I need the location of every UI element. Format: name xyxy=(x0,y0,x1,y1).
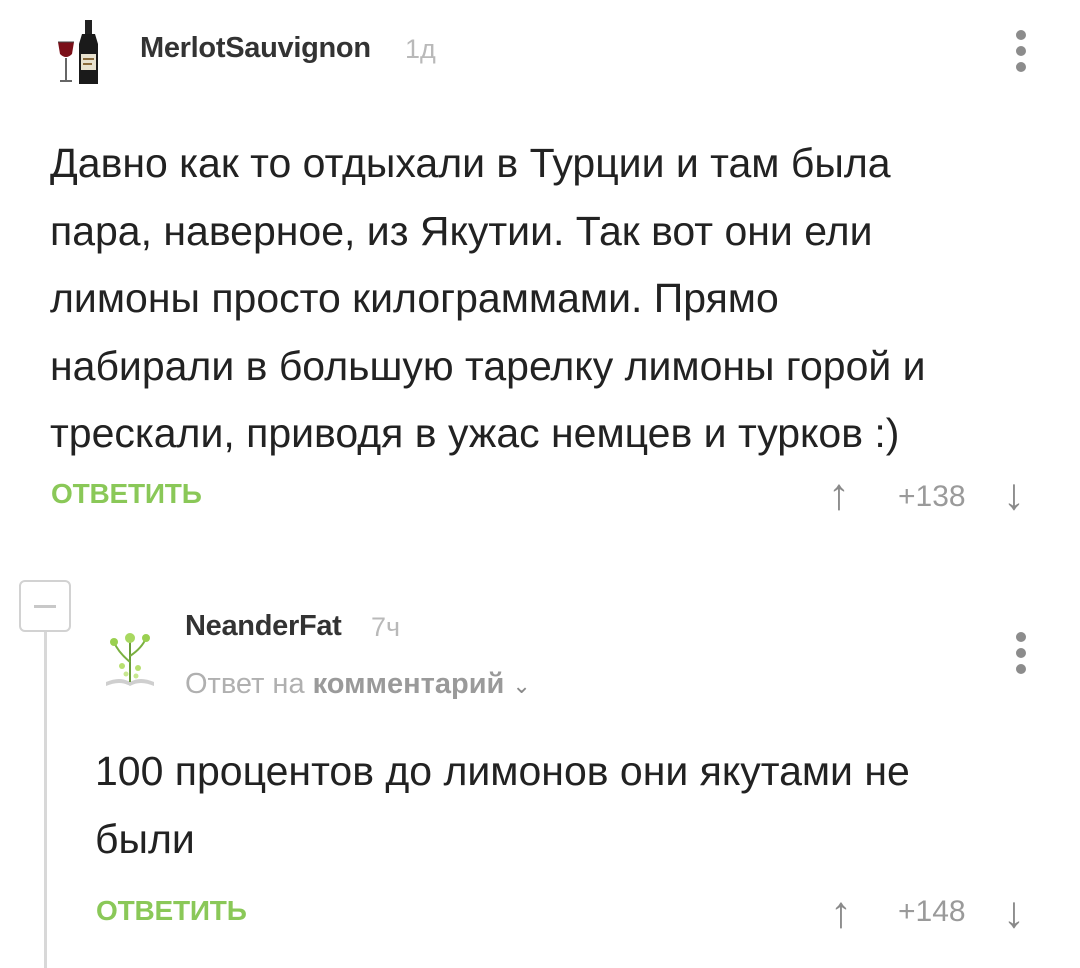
comment-author[interactable]: MerlotSauvignon xyxy=(140,32,371,65)
comment-time: 7ч xyxy=(371,612,401,642)
downvote-icon[interactable]: ↓ xyxy=(1003,470,1025,520)
comment-text-line: 100 процентов до лимонов они якутами не xyxy=(95,748,910,794)
reply-to-link[interactable]: Ответ на комментарий ⌄ xyxy=(185,668,531,701)
rating-value: +138 xyxy=(898,480,966,513)
thread-line[interactable] xyxy=(44,632,47,968)
wine-bottle-and-glass-icon[interactable] xyxy=(52,18,108,88)
more-options-icon[interactable] xyxy=(1015,30,1027,80)
comment-author[interactable]: NeanderFat xyxy=(185,610,342,643)
chevron-down-icon[interactable]: ⌄ xyxy=(512,673,530,698)
comment-text-line: лимоны просто килограммами. Прямо xyxy=(50,275,779,321)
comment-1: MerlotSauvignon 1д Давно как то отдыхали… xyxy=(0,0,1080,540)
comment-text-line: трескали, приводя в ужас немцев и турков… xyxy=(50,410,900,456)
upvote-icon[interactable]: ↑ xyxy=(830,888,852,938)
comment-text-line: Давно как то отдыхали в Турции и там был… xyxy=(50,140,891,186)
reply-to-prefix: Ответ на xyxy=(185,668,305,700)
reply-button[interactable]: ОТВЕТИТЬ xyxy=(96,895,247,927)
plant-on-book-icon[interactable] xyxy=(100,622,160,694)
collapse-thread-button[interactable] xyxy=(19,580,71,632)
rating-value: +148 xyxy=(898,895,966,928)
comment-text: Давно как то отдыхали в Турции и там был… xyxy=(50,130,1050,468)
comment-text-line: набирали в большую тарелку лимоны горой … xyxy=(50,342,926,389)
comment-text-line: были xyxy=(95,815,195,862)
downvote-icon[interactable]: ↓ xyxy=(1003,888,1025,938)
comment-time: 1д xyxy=(405,34,436,64)
comment-2: NeanderFat 7ч Ответ на комментарий ⌄ 100… xyxy=(80,560,1080,968)
comment-text: 100 процентов до лимонов они якутами не … xyxy=(95,738,1055,873)
upvote-icon[interactable]: ↑ xyxy=(828,470,850,520)
reply-to-target[interactable]: комментарий xyxy=(313,668,505,700)
comment-text-line: пара, наверное, из Якутии. Так вот они е… xyxy=(50,207,873,254)
reply-button[interactable]: ОТВЕТИТЬ xyxy=(51,478,202,510)
more-options-icon[interactable] xyxy=(1015,632,1027,682)
